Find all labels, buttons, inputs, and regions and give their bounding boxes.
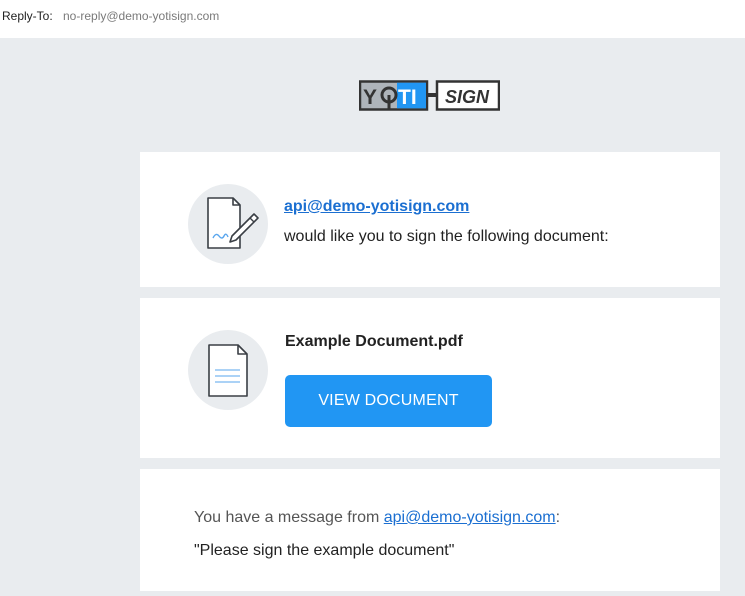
message-card: You have a message from api@demo-yotisig… bbox=[140, 469, 720, 591]
document-icon bbox=[188, 330, 268, 410]
document-name: Example Document.pdf bbox=[285, 333, 463, 350]
sign-request-text: would like you to sign the following doc… bbox=[284, 228, 609, 245]
email-header: Reply-To: no-reply@demo-yotisign.com bbox=[0, 0, 745, 38]
signature-document-icon bbox=[188, 184, 268, 264]
message-sender-link[interactable]: api@demo-yotisign.com bbox=[384, 509, 556, 526]
message-text: "Please sign the example document" bbox=[194, 542, 455, 559]
view-document-button[interactable]: VIEW DOCUMENT bbox=[285, 375, 492, 427]
yoti-sign-logo: Y TI SIGN bbox=[359, 80, 500, 111]
logo-text-yo: Y bbox=[363, 86, 377, 109]
reply-to-address[interactable]: no-reply@demo-yotisign.com bbox=[63, 10, 219, 22]
logo-text-ti: TI bbox=[398, 86, 417, 109]
message-prefix: You have a message from bbox=[194, 509, 384, 526]
message-suffix: : bbox=[555, 509, 561, 526]
document-card: Example Document.pdf VIEW DOCUMENT bbox=[140, 298, 720, 458]
reply-to-label: Reply-To: bbox=[2, 9, 53, 23]
signature-request-card: api@demo-yotisign.com would like you to … bbox=[140, 152, 720, 287]
message-intro: You have a message from api@demo-yotisig… bbox=[194, 509, 560, 527]
logo-text-sign: SIGN bbox=[445, 87, 490, 107]
sender-email-link[interactable]: api@demo-yotisign.com bbox=[284, 198, 469, 216]
